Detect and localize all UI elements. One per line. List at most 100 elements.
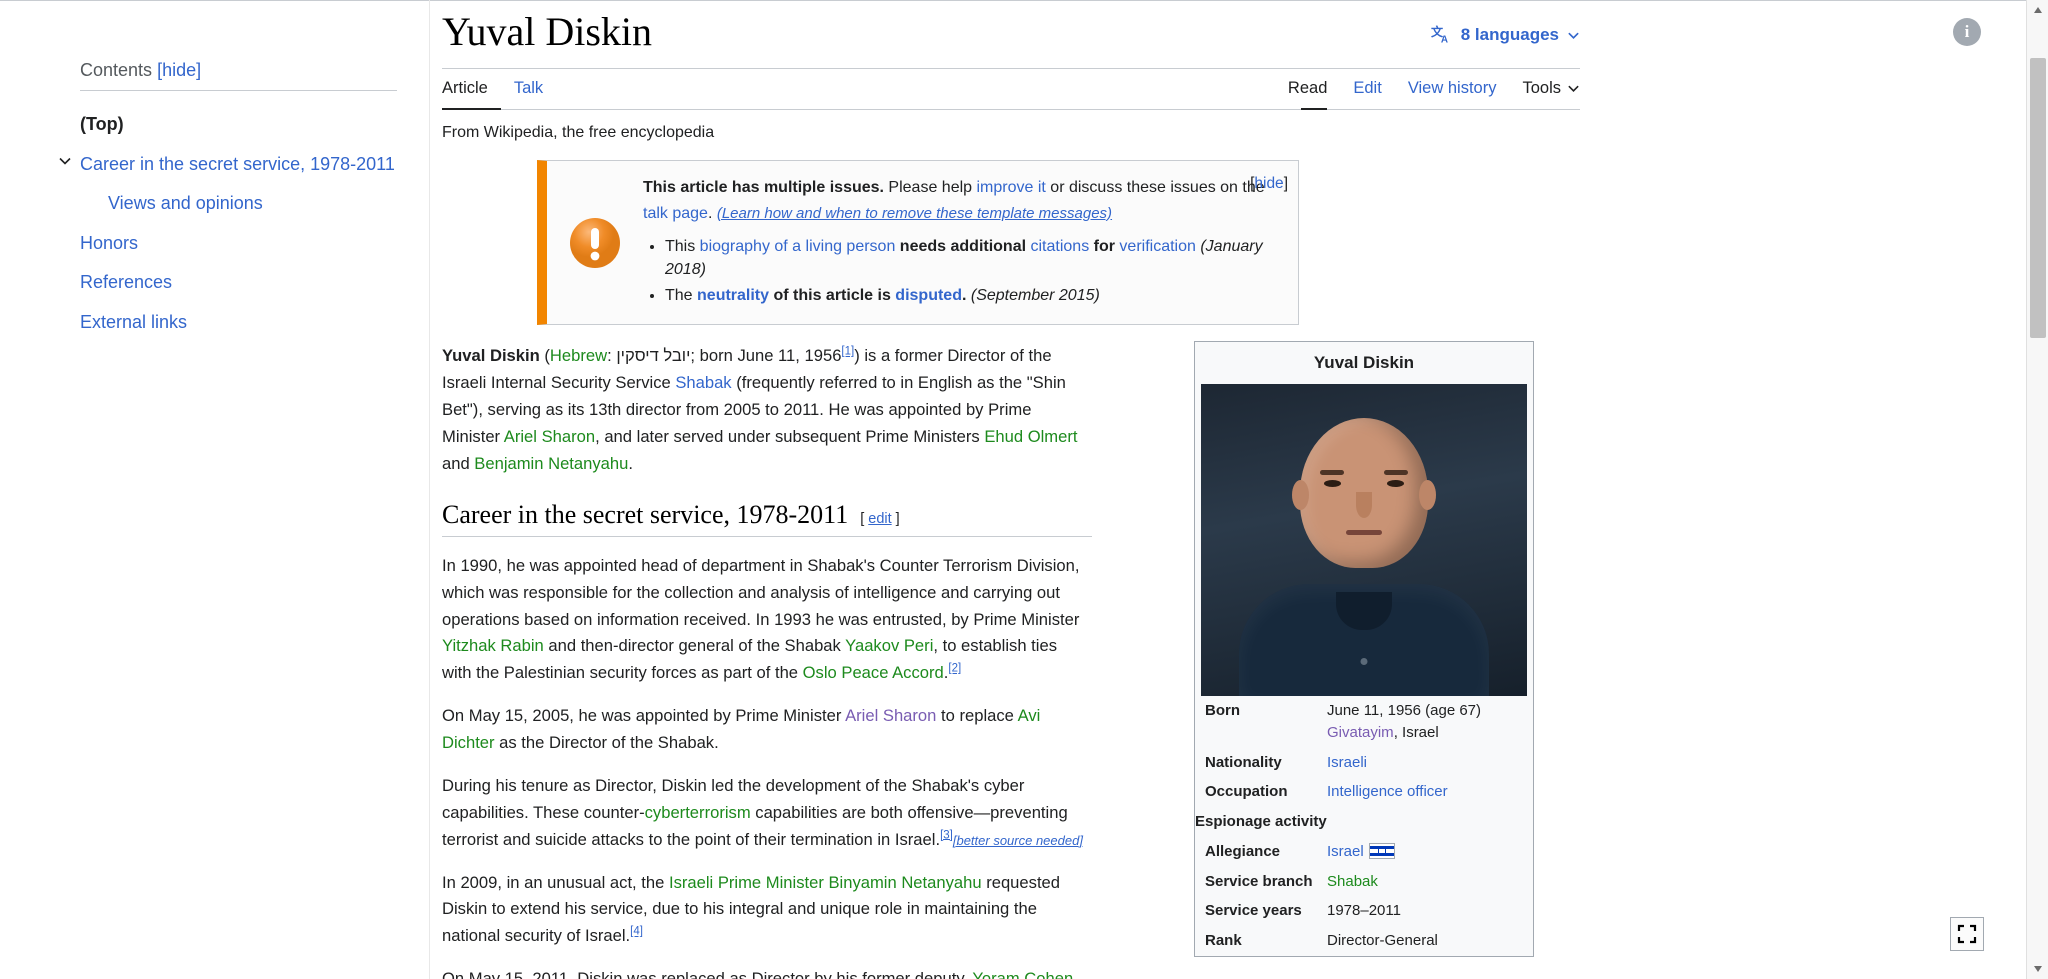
shabak-link[interactable]: Shabak [675, 373, 731, 392]
chevron-down-icon[interactable] [58, 154, 72, 168]
verification-link[interactable]: verification [1119, 238, 1195, 255]
tools-menu-button[interactable]: Tools [1509, 69, 1580, 109]
reference-1[interactable]: [1] [841, 346, 854, 358]
issues-list: This biography of a living person needs … [643, 235, 1282, 308]
better-source-needed-tag[interactable]: [better source needed] [953, 833, 1083, 848]
neutrality-link[interactable]: neutrality [697, 287, 769, 304]
binyamin-netanyahu-link[interactable]: Israeli Prime Minister Binyamin Netanyah… [669, 873, 982, 892]
ref-link[interactable]: [3] [940, 829, 953, 841]
photo-mouth [1346, 530, 1382, 536]
scroll-up-arrow[interactable] [2027, 0, 2048, 20]
sidebar-item-honors[interactable]: Honors [80, 224, 397, 264]
yaakov-peri-link[interactable]: Yaakov Peri [845, 636, 933, 655]
tab-label: Edit [1353, 79, 1382, 97]
hebrew-link[interactable]: Hebrew [550, 346, 607, 365]
talk-page-link[interactable]: talk page [643, 205, 708, 222]
paragraph-2011: On May 15, 2011, Diskin was replaced as … [442, 966, 1090, 979]
tab-edit[interactable]: Edit [1340, 69, 1394, 109]
hide-link[interactable]: hide [1254, 175, 1283, 192]
ariel-sharon-link[interactable]: Ariel Sharon [845, 706, 936, 725]
reference-2[interactable]: [2] [948, 663, 961, 675]
language-selector-button[interactable]: 文 A 8 languages [1431, 24, 1580, 46]
occupation-link[interactable]: Intelligence officer [1327, 783, 1448, 800]
sidebar-item-references[interactable]: References [80, 263, 397, 303]
tab-read[interactable]: Read [1288, 69, 1340, 110]
photo-torso [1239, 584, 1489, 697]
fullscreen-icon [1957, 924, 1977, 944]
cyberterrorism-link[interactable]: cyberterrorism [645, 803, 751, 822]
oslo-peace-accord-link[interactable]: Oslo Peace Accord [803, 663, 944, 682]
tab-view-history[interactable]: View history [1395, 69, 1510, 109]
sidebar-item-label: References [80, 272, 173, 293]
improve-it-link[interactable]: improve it [977, 179, 1046, 196]
ariel-sharon-link[interactable]: Ariel Sharon [504, 427, 595, 446]
table-row: Service years 1978–2011 [1195, 896, 1533, 926]
infobox-label-allegiance: Allegiance [1205, 842, 1281, 860]
infobox-image-wrapper [1195, 384, 1533, 697]
photo-face [1292, 418, 1436, 569]
table-row: Espionage activity [1195, 807, 1533, 837]
page-frame: Contents [hide] (Top) Career in the secr… [0, 0, 2026, 979]
page-title: Yuval Diskin [442, 9, 652, 54]
ref-link[interactable]: [2] [948, 663, 961, 675]
info-icon[interactable]: i [1953, 18, 1981, 46]
learn-how-link[interactable]: (Learn how and when to remove these temp… [717, 205, 1112, 222]
infobox-label-service-branch: Service branch [1205, 872, 1313, 890]
birthplace-rest: , Israel [1393, 723, 1439, 741]
section-edit-control[interactable]: [ edit ] [860, 511, 900, 527]
sidebar-item-external-links[interactable]: External links [80, 303, 397, 343]
lead-rest2: , and later served under subsequent Prim… [595, 427, 985, 446]
tab-article[interactable]: Article [442, 69, 501, 110]
p2-c: as the Director of the Shabak. [494, 733, 719, 752]
reference-3[interactable]: [3] [940, 829, 953, 841]
tab-talk[interactable]: Talk [501, 69, 556, 109]
issues-lead-rest2: or discuss these issues on the [1045, 179, 1265, 196]
blp-link[interactable]: biography of a living person [700, 238, 896, 255]
ehud-olmert-link[interactable]: Ehud Olmert [984, 427, 1077, 446]
allegiance-link[interactable]: Israel [1327, 843, 1364, 860]
reference-4[interactable]: [4] [630, 926, 643, 938]
infobox-value-nationality: Israeli [1327, 748, 1533, 778]
service-branch-link[interactable]: Shabak [1327, 873, 1378, 890]
infobox-label-occupation: Occupation [1205, 783, 1288, 801]
ref-link[interactable]: [1] [841, 346, 854, 358]
contents-label: Contents [80, 60, 153, 80]
born-date: June 11, 1956 (age 67) [1327, 702, 1482, 720]
infobox: Yuval Diskin Born June 11, 1956 (age 67)… [1194, 341, 1534, 957]
p2-b: to replace [936, 706, 1018, 726]
p4-a: In 2009, in an unusual act, the [442, 872, 669, 892]
issues-hide-control[interactable]: [hide] [1250, 175, 1288, 193]
yitzhak-rabin-link[interactable]: Yitzhak Rabin [442, 636, 544, 655]
yoram-cohen-link[interactable]: Yoram Cohen [972, 969, 1073, 979]
scroll-down-arrow[interactable] [2027, 959, 2048, 979]
article-issues-box: [hide] This article has multiple issues.… [537, 160, 1299, 326]
infobox-subheading-espionage: Espionage activity [1195, 813, 1327, 831]
photo-button [1360, 658, 1368, 666]
issues-lead-bold: This article has multiple issues. [643, 179, 884, 196]
photo-brow-left [1320, 470, 1344, 476]
sidebar-item-top[interactable]: (Top) [80, 105, 397, 145]
fullscreen-button[interactable] [1950, 917, 1984, 951]
vertical-scrollbar[interactable] [2026, 0, 2048, 979]
scrollbar-thumb[interactable] [2030, 58, 2046, 338]
issue-mid1: of this article is [769, 287, 896, 305]
infobox-value-service-branch: Shabak [1327, 867, 1533, 897]
disputed-link[interactable]: disputed [895, 287, 962, 304]
title-row: Yuval Diskin 文 A 8 languages [442, 0, 1580, 68]
nationality-link[interactable]: Israeli [1327, 754, 1367, 771]
infobox-portrait-photo[interactable] [1201, 384, 1527, 697]
infobox-value-born: June 11, 1956 (age 67) Givatayim, Israel [1327, 696, 1533, 748]
edit-link[interactable]: edit [868, 511, 891, 527]
sidebar-item-views-and-opinions[interactable]: Views and opinions [80, 184, 397, 224]
sidebar-item-career[interactable]: Career in the secret service, 1978-2011 [59, 145, 397, 185]
citations-link[interactable]: citations [1031, 238, 1090, 255]
infobox-label-service-years: Service years [1205, 902, 1302, 920]
birthplace-link[interactable]: Givatayim [1327, 724, 1394, 741]
toc-hide-button[interactable]: [hide] [157, 60, 201, 80]
benjamin-netanyahu-link[interactable]: Benjamin Netanyahu [474, 454, 628, 473]
infobox-value-occupation: Intelligence officer [1327, 777, 1533, 807]
table-row: Allegiance Israel [1195, 837, 1533, 867]
ref-link[interactable]: [4] [630, 926, 643, 938]
infobox-label-rank: Rank [1205, 932, 1242, 950]
table-row: Nationality Israeli [1195, 748, 1533, 778]
